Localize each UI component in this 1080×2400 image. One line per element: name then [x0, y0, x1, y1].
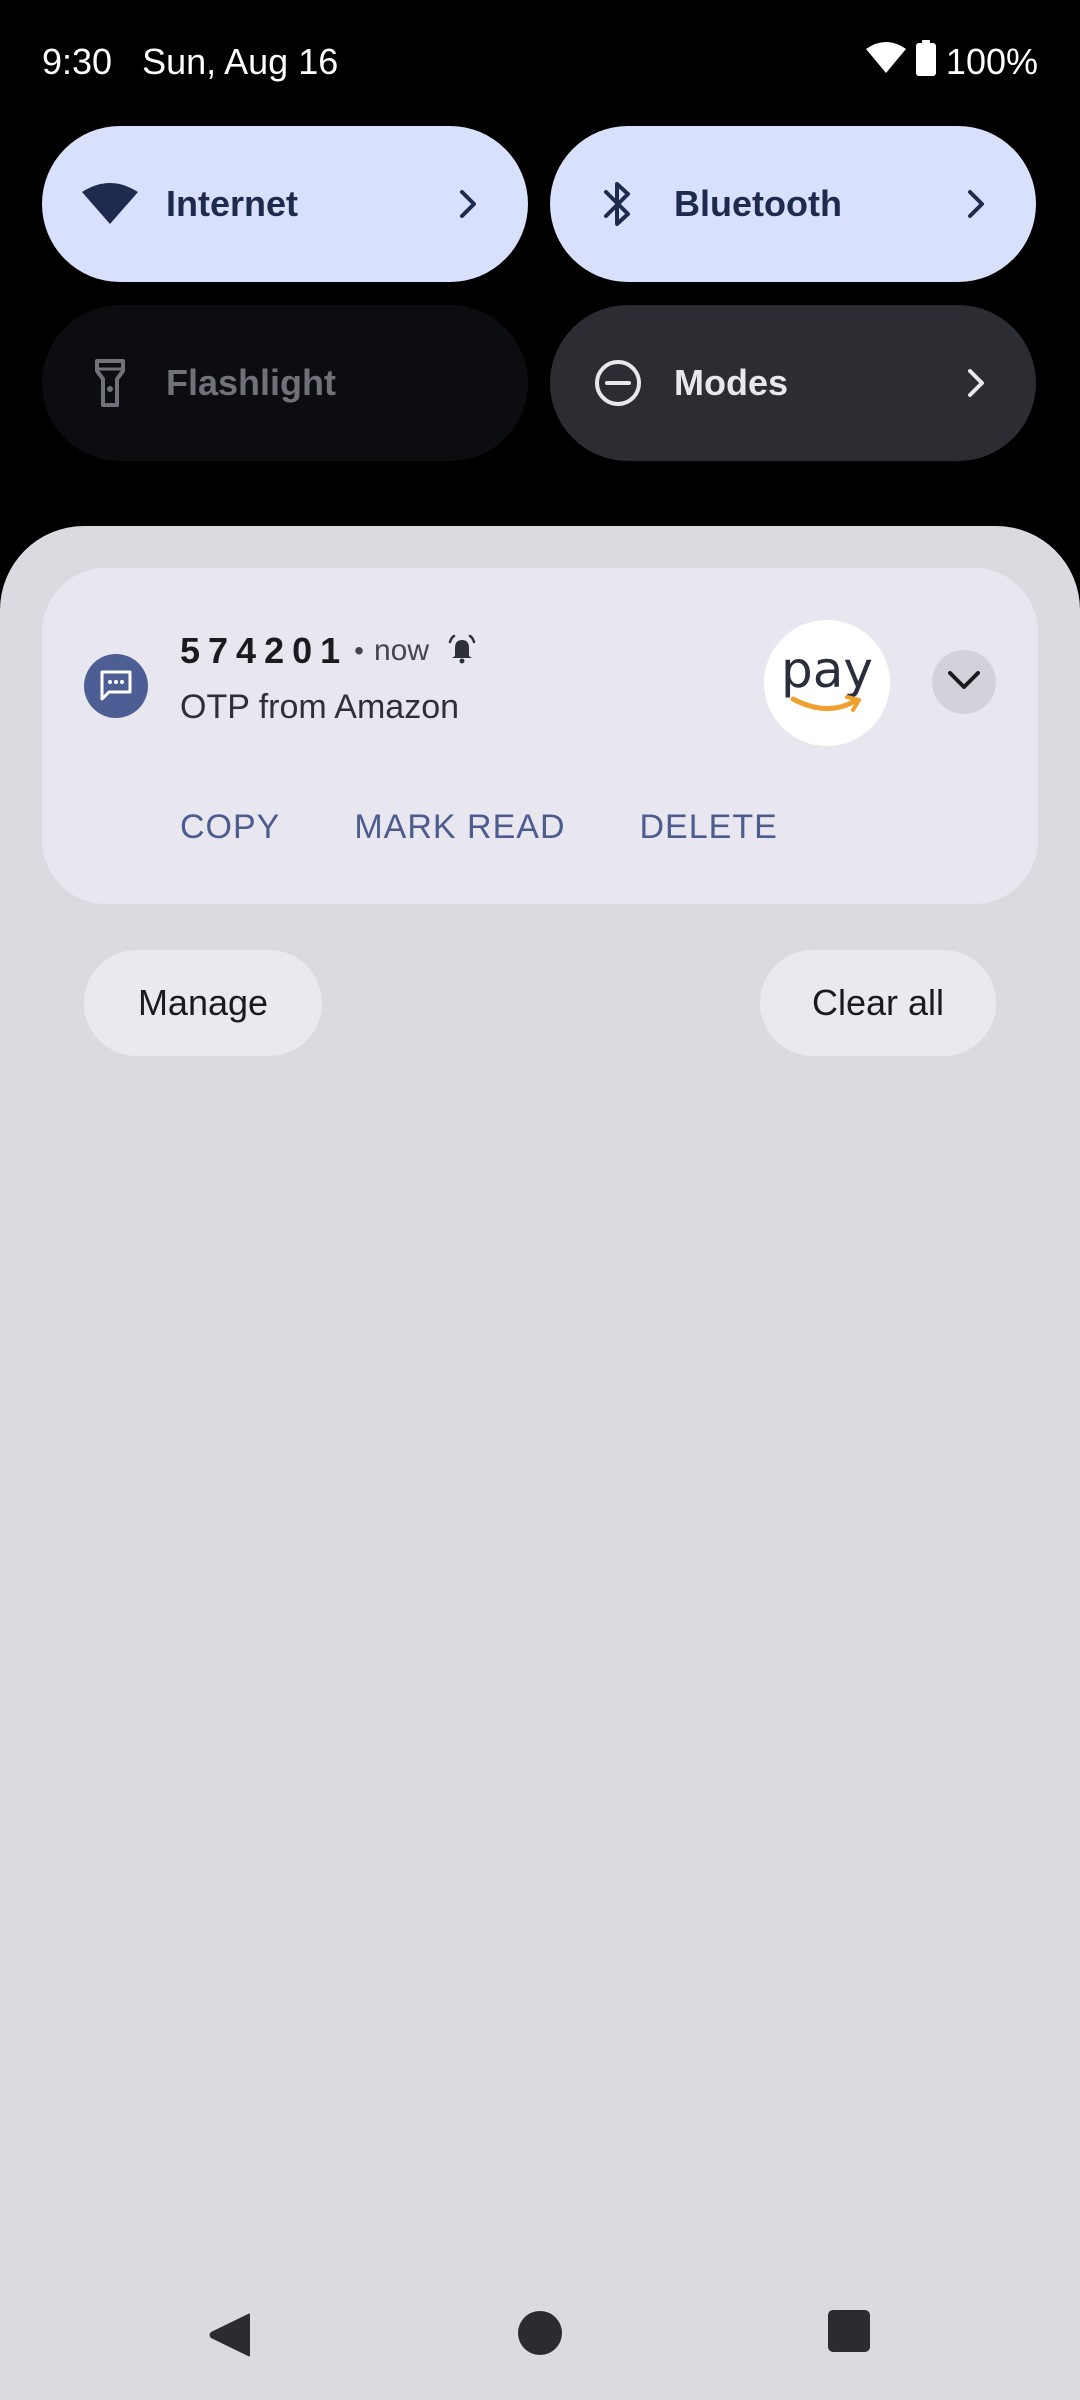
navigation-bar: [0, 2290, 1080, 2380]
tile-internet[interactable]: Internet: [42, 126, 528, 282]
chevron-right-icon: [956, 184, 996, 224]
bluetooth-icon: [590, 176, 646, 232]
battery-icon: [915, 39, 936, 85]
notification-time: now: [373, 634, 429, 667]
tile-label: Internet: [166, 183, 299, 224]
notification-title: 574201: [180, 630, 349, 671]
notification-header: 574201 • now: [180, 630, 477, 672]
logo-text: pay: [781, 641, 873, 699]
expand-button[interactable]: [932, 650, 996, 714]
status-left: 9:30 Sun, Aug 16: [42, 41, 338, 83]
wifi-icon: [865, 41, 906, 84]
alarm-bell-icon: [447, 634, 477, 669]
back-icon[interactable]: [206, 2310, 256, 2360]
battery-percentage: 100%: [945, 41, 1038, 82]
delete-button[interactable]: DELETE: [640, 808, 778, 847]
flashlight-icon: [82, 355, 138, 411]
manage-button[interactable]: Manage: [84, 950, 322, 1056]
amazon-pay-logo: pay: [764, 620, 890, 746]
notification-body: OTP from Amazon: [180, 688, 460, 726]
clock: 9:30: [42, 41, 113, 82]
notification-card[interactable]: 574201 • now OTP from Amazon pay COPY MA…: [42, 568, 1038, 904]
tile-label: Flashlight: [166, 362, 336, 403]
chevron-right-icon: [956, 363, 996, 403]
recents-icon[interactable]: [828, 2310, 878, 2360]
message-icon: [84, 654, 148, 718]
notification-actions: COPY MARK READ DELETE: [180, 808, 778, 847]
copy-button[interactable]: COPY: [180, 808, 280, 847]
tile-label: Modes: [674, 362, 789, 403]
clear-all-button[interactable]: Clear all: [760, 950, 996, 1056]
date: Sun, Aug 16: [142, 41, 339, 82]
home-icon[interactable]: [517, 2310, 567, 2360]
tile-flashlight[interactable]: Flashlight: [42, 305, 528, 461]
do-not-disturb-icon: [590, 355, 646, 411]
chevron-right-icon: [448, 184, 488, 224]
separator-dot: •: [354, 635, 364, 666]
status-right: 100%: [865, 39, 1038, 85]
tile-label: Bluetooth: [674, 183, 842, 224]
chevron-down-icon: [946, 669, 982, 696]
amazon-smile-icon: [790, 695, 861, 712]
mark-read-button[interactable]: MARK READ: [354, 808, 565, 847]
tile-bluetooth[interactable]: Bluetooth: [550, 126, 1036, 282]
wifi-icon: [82, 176, 138, 232]
tile-modes[interactable]: Modes: [550, 305, 1036, 461]
status-bar: 9:30 Sun, Aug 16 100%: [42, 34, 1038, 90]
